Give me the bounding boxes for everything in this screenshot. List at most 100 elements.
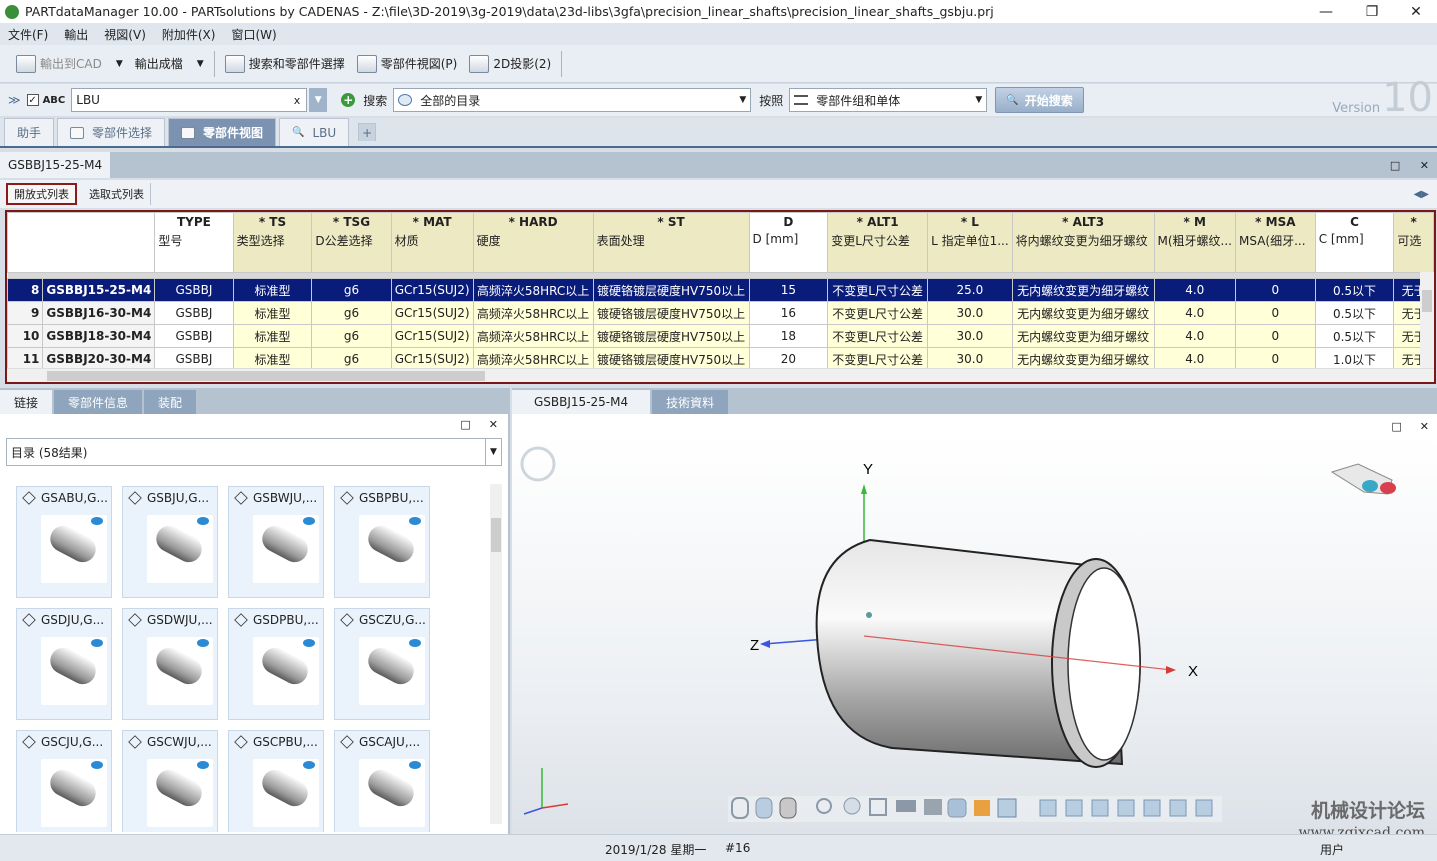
cell-tsg[interactable]: g6	[311, 301, 392, 325]
part-view-button[interactable]: 零部件視図(P)	[351, 50, 464, 78]
table-row[interactable]: 10 GSBBJ18-30-M4 GSBBJ 标准型 g6 GCr15(SUJ2…	[7, 324, 1434, 348]
tab-part-selection[interactable]: 零部件选择	[57, 118, 166, 146]
close-panel-icon[interactable]: ✕	[489, 418, 498, 431]
chevron-down-icon[interactable]: ▼	[197, 59, 204, 69]
collapse-chevron-icon[interactable]: ≫	[8, 93, 21, 107]
close-panel-icon[interactable]: ✕	[1420, 420, 1429, 433]
part-card[interactable]: GSCJU,G...	[16, 730, 112, 832]
menu-window[interactable]: 窗口(W)	[231, 26, 276, 43]
catalog-select[interactable]: 全部的目录 ▼	[393, 88, 752, 112]
start-search-button[interactable]: 🔍 开始搜索	[995, 87, 1084, 113]
scroll-thumb[interactable]	[491, 518, 501, 552]
part-card[interactable]: GSCAJU,...	[334, 730, 430, 832]
cell-hard[interactable]: 高频淬火58HRC以上	[472, 324, 594, 348]
tab-links[interactable]: 链接	[0, 390, 53, 414]
part-card[interactable]: GSABU,G...	[16, 486, 112, 598]
chevron-down-icon[interactable]: ▼	[116, 59, 123, 69]
maximize-panel-icon[interactable]: □	[1391, 420, 1401, 433]
tab-assistant[interactable]: 助手	[4, 118, 55, 146]
table-row[interactable]: 9 GSBBJ16-30-M4 GSBBJ 标准型 g6 GCr15(SUJ2)…	[7, 301, 1434, 325]
cell-l[interactable]: 25.0	[927, 278, 1013, 302]
view-toolbar[interactable]	[728, 796, 1222, 822]
col-header-m[interactable]: * M M(粗牙螺纹...	[1153, 212, 1237, 273]
add-search-icon[interactable]: +	[341, 93, 356, 107]
search-mode-select[interactable]: 零部件组和单体 ▼	[789, 88, 988, 112]
col-header-c[interactable]: CC [mm]	[1314, 212, 1395, 273]
tab-assembly[interactable]: 装配	[144, 390, 197, 414]
cell-ts[interactable]: 标准型	[232, 324, 313, 348]
cell-m[interactable]: 4.0	[1153, 278, 1237, 302]
cell-hard[interactable]: 高频淬火58HRC以上	[472, 278, 594, 302]
col-header-optional[interactable]: * 可选	[1393, 212, 1434, 273]
scroll-thumb[interactable]	[47, 371, 485, 381]
export-cad-button[interactable]: 輸出到CAD ▼	[10, 50, 129, 78]
col-header-st[interactable]: * ST 表面处理	[592, 212, 750, 273]
maximize-panel-icon[interactable]: □	[460, 418, 470, 431]
tab-search-result[interactable]: 🔍 LBU	[279, 118, 350, 146]
cell-alt3[interactable]: 无内螺纹变更为细牙螺纹	[1011, 324, 1155, 348]
tab-tech-docs[interactable]: 技術資料	[652, 390, 729, 414]
col-header-msa[interactable]: * MSA MSA(细牙...	[1235, 212, 1316, 273]
cell-tsg[interactable]: g6	[311, 278, 392, 302]
close-icon[interactable]: ✕	[1393, 0, 1437, 23]
menu-extras[interactable]: 附加件(X)	[162, 26, 216, 43]
search-input[interactable]: LBU x	[71, 88, 308, 112]
search-select-button[interactable]: 搜索和零部件選擇	[219, 50, 351, 78]
col-header-alt3[interactable]: * ALT3 将内螺纹变更为细牙螺纹	[1011, 212, 1155, 273]
table-horizontal-scrollbar[interactable]	[7, 368, 1434, 382]
table-vertical-scrollbar[interactable]	[1420, 272, 1434, 368]
cell-alt3[interactable]: 无内螺纹变更为细牙螺纹	[1011, 301, 1155, 325]
part-card[interactable]: GSBWJU,...	[228, 486, 324, 598]
cell-ts[interactable]: 标准型	[232, 301, 313, 325]
clear-search-icon[interactable]: x	[294, 94, 301, 107]
export-file-button[interactable]: 輸出成檔 ▼	[129, 50, 210, 78]
orbit-icon[interactable]	[520, 446, 556, 482]
cell-mat[interactable]: GCr15(SUJ2)	[390, 324, 474, 348]
part-card[interactable]: GSCZU,G...	[334, 608, 430, 720]
cell-msa[interactable]: 0	[1235, 278, 1316, 302]
cell-msa[interactable]: 0	[1235, 301, 1316, 325]
col-header-d[interactable]: DD [mm]	[748, 212, 829, 273]
cell-ts[interactable]: 标准型	[232, 278, 313, 302]
part-card[interactable]: GSCWJU,...	[122, 730, 218, 832]
cell-st[interactable]: 镀硬铬镀层硬度HV750以上	[592, 301, 750, 325]
3d-glasses-icon[interactable]	[1330, 463, 1396, 495]
col-header-mat[interactable]: * MAT 材质	[390, 212, 474, 273]
cell-m[interactable]: 4.0	[1153, 301, 1237, 325]
part-card[interactable]: GSBPBU,...	[334, 486, 430, 598]
part-card[interactable]: GSDPBU,...	[228, 608, 324, 720]
part-card[interactable]: GSDWJU,...	[122, 608, 218, 720]
tab-selection-list[interactable]: 选取式列表	[83, 183, 151, 205]
thumbnail-scrollbar[interactable]	[490, 484, 502, 824]
cell-mat[interactable]: GCr15(SUJ2)	[390, 278, 474, 302]
tab-open-list[interactable]: 開放式列表	[6, 183, 77, 205]
part-card[interactable]: GSDJU,G...	[16, 608, 112, 720]
part-card[interactable]: GSCPBU,...	[228, 730, 324, 832]
menu-file[interactable]: 文件(F)	[8, 26, 48, 43]
catalog-result-select[interactable]: 目录 (58结果) ▼	[6, 438, 502, 466]
cell-l[interactable]: 30.0	[927, 324, 1013, 348]
search-history-dropdown[interactable]: ▼	[309, 88, 328, 112]
projection-2d-button[interactable]: 2D投影(2)	[463, 50, 557, 78]
col-header-hard[interactable]: * HARD 硬度	[472, 212, 594, 273]
add-tab-button[interactable]: +	[358, 123, 377, 141]
maximize-panel-icon[interactable]: □	[1390, 159, 1400, 172]
col-header-tsg[interactable]: * TSG D公差选择	[311, 212, 392, 273]
cell-mat[interactable]: GCr15(SUJ2)	[390, 301, 474, 325]
cell-hard[interactable]: 高频淬火58HRC以上	[472, 301, 594, 325]
cell-alt1[interactable]: 不变更L尺寸公差	[827, 278, 929, 302]
maximize-icon[interactable]: ❐	[1349, 0, 1395, 23]
part-card[interactable]: GSBJU,G...	[122, 486, 218, 598]
abc-checkbox[interactable]: ✓	[26, 94, 39, 106]
tab-part-view[interactable]: 零部件视图	[168, 118, 277, 146]
scroll-thumb[interactable]	[1422, 290, 1432, 312]
col-header-l[interactable]: * LL 指定单位1...	[927, 212, 1013, 273]
cell-msa[interactable]: 0	[1235, 324, 1316, 348]
close-panel-icon[interactable]: ✕	[1420, 159, 1429, 172]
cell-l[interactable]: 30.0	[927, 301, 1013, 325]
menu-output[interactable]: 輸出	[64, 26, 88, 43]
cell-alt1[interactable]: 不变更L尺寸公差	[827, 324, 929, 348]
menu-view[interactable]: 視図(V)	[104, 26, 146, 43]
cell-m[interactable]: 4.0	[1153, 324, 1237, 348]
col-header-type[interactable]: TYPE 型号	[154, 212, 234, 273]
